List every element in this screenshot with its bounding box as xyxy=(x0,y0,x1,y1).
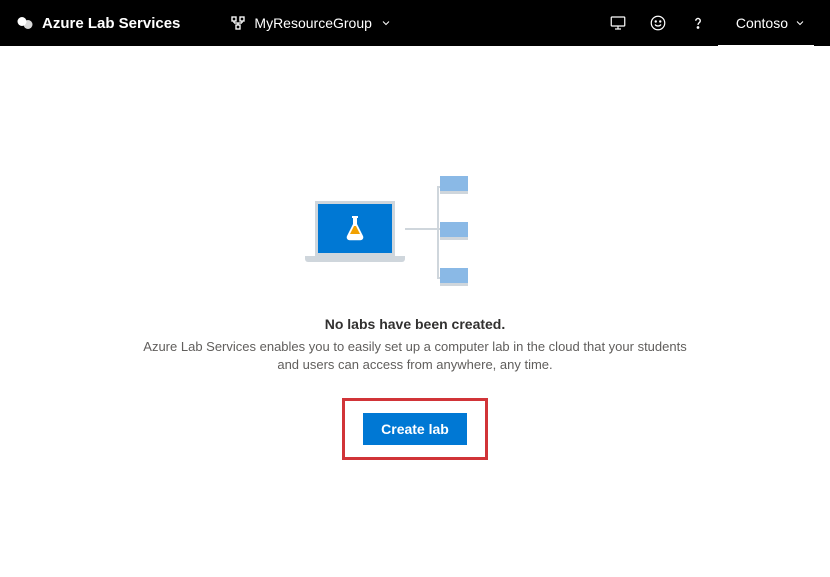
monitor-button[interactable] xyxy=(598,0,638,46)
empty-state-description: Azure Lab Services enables you to easily… xyxy=(135,338,695,374)
user-org-menu[interactable]: Contoso xyxy=(718,0,814,46)
brand-title: Azure Lab Services xyxy=(42,15,180,32)
resource-group-selector[interactable]: MyResourceGroup xyxy=(230,15,392,31)
brand[interactable]: Azure Lab Services xyxy=(16,14,180,32)
create-lab-button[interactable]: Create lab xyxy=(363,413,467,445)
empty-state-title: No labs have been created. xyxy=(325,316,506,332)
resource-group-icon xyxy=(230,15,246,31)
chevron-down-icon xyxy=(380,17,392,29)
help-button[interactable] xyxy=(678,0,718,46)
create-lab-highlight: Create lab xyxy=(342,398,488,460)
empty-state: No labs have been created. Azure Lab Ser… xyxy=(0,46,830,460)
flask-icon xyxy=(343,214,367,244)
chevron-down-icon xyxy=(794,17,806,29)
feedback-button[interactable] xyxy=(638,0,678,46)
labs-illustration xyxy=(305,176,525,296)
vm-icon xyxy=(440,222,468,240)
monitor-icon xyxy=(609,14,627,32)
resource-group-name: MyResourceGroup xyxy=(254,15,372,31)
help-icon xyxy=(689,14,707,32)
vm-icon xyxy=(440,268,468,286)
azure-lab-logo-icon xyxy=(16,14,34,32)
user-org-name: Contoso xyxy=(736,15,788,31)
top-bar: Azure Lab Services MyResourceGroup Conto… xyxy=(0,0,830,46)
smiley-icon xyxy=(649,14,667,32)
vm-icon xyxy=(440,176,468,194)
